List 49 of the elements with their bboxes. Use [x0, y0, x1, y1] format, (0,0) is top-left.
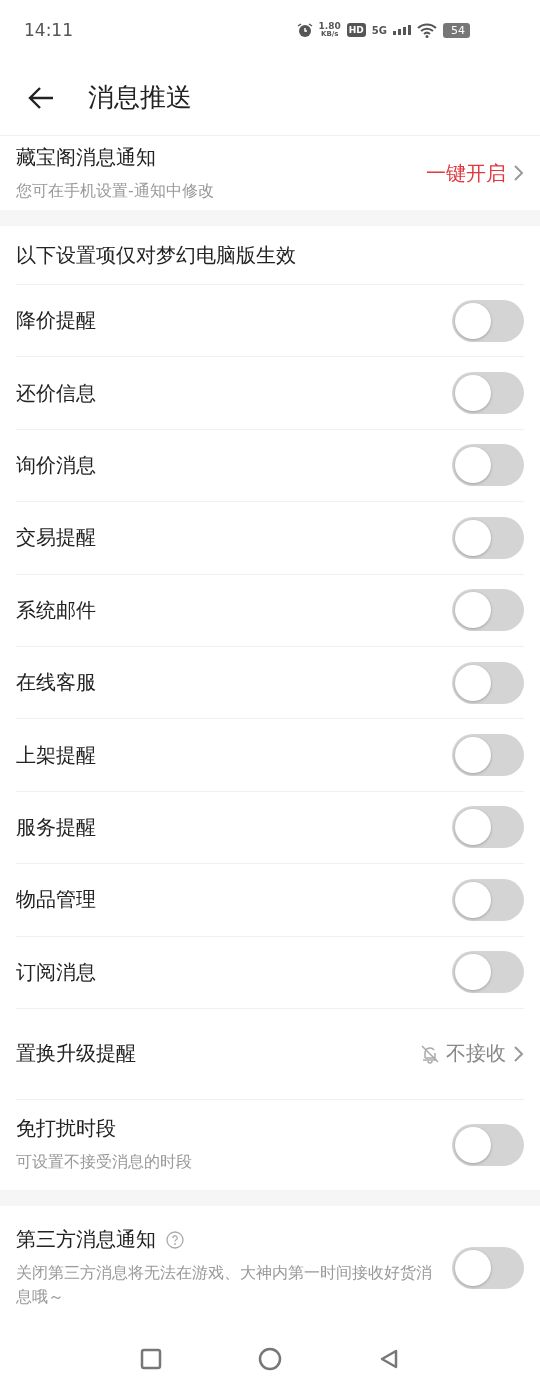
- toggle-switch[interactable]: [452, 951, 524, 994]
- setting-value[interactable]: 不接收: [446, 1040, 506, 1068]
- setting-label: 询价消息: [16, 451, 96, 479]
- setting-label: 上架提醒: [16, 741, 96, 769]
- signal-icon: [393, 25, 411, 35]
- recent-apps-icon[interactable]: [140, 1348, 162, 1370]
- bell-off-icon: [420, 1043, 440, 1064]
- toggle-switch[interactable]: [452, 516, 524, 559]
- toggle-switch[interactable]: [452, 806, 524, 849]
- setting-label: 降价提醒: [16, 307, 96, 335]
- status-time: 14:11: [24, 20, 73, 40]
- toggle-switch[interactable]: [452, 372, 524, 415]
- alarm-clock-icon: [296, 22, 313, 38]
- setting-label: 服务提醒: [16, 813, 96, 841]
- chevron-icon: [512, 164, 524, 182]
- setting-hint: 关闭第三方消息将无法在游戏、大神内第一时间接收好货消息哦～: [16, 1262, 433, 1309]
- toggle-switch[interactable]: [452, 299, 524, 342]
- setting-label: 还价信息: [16, 379, 96, 407]
- back-icon[interactable]: [378, 1348, 400, 1370]
- wifi-icon: [417, 22, 437, 38]
- toggle-switch[interactable]: [452, 734, 524, 777]
- toggle-switch[interactable]: [452, 589, 524, 632]
- home-icon[interactable]: [258, 1347, 282, 1371]
- setting-label: 藏宝阁消息通知: [16, 143, 157, 171]
- chevron-icon: [512, 1044, 524, 1063]
- section-title: 以下设置项仅对梦幻电脑版生效: [16, 241, 296, 269]
- toggle-switch[interactable]: [452, 444, 524, 487]
- setting-label: 系统邮件: [16, 596, 96, 624]
- page-title: 消息推送: [88, 81, 192, 114]
- setting-label: 订阅消息: [16, 958, 96, 986]
- battery-level: 54: [443, 22, 470, 38]
- network-speed: 1.80: [318, 22, 341, 31]
- setting-hint: 可设置不接受消息的时段: [16, 1151, 192, 1174]
- toggle-switch[interactable]: [452, 878, 524, 921]
- help-icon[interactable]: [166, 1230, 184, 1249]
- setting-label: 免打扰时段: [16, 1115, 117, 1143]
- toggle-switch[interactable]: [452, 1123, 524, 1166]
- setting-label: 在线客服: [16, 669, 96, 697]
- enable-all-link[interactable]: 一键开启: [426, 159, 506, 187]
- setting-label: 第三方消息通知: [16, 1226, 156, 1254]
- setting-label: 置换升级提醒: [16, 1040, 136, 1068]
- toggle-switch[interactable]: [452, 1246, 524, 1289]
- back-arrow-icon[interactable]: [28, 85, 54, 110]
- setting-label: 交易提醒: [16, 524, 96, 552]
- setting-hint: 您可在手机设置-通知中修改: [16, 179, 214, 202]
- hd-badge: HD: [346, 23, 366, 37]
- toggle-switch[interactable]: [452, 661, 524, 704]
- network-type: 5G: [371, 24, 387, 36]
- setting-label: 物品管理: [16, 886, 96, 914]
